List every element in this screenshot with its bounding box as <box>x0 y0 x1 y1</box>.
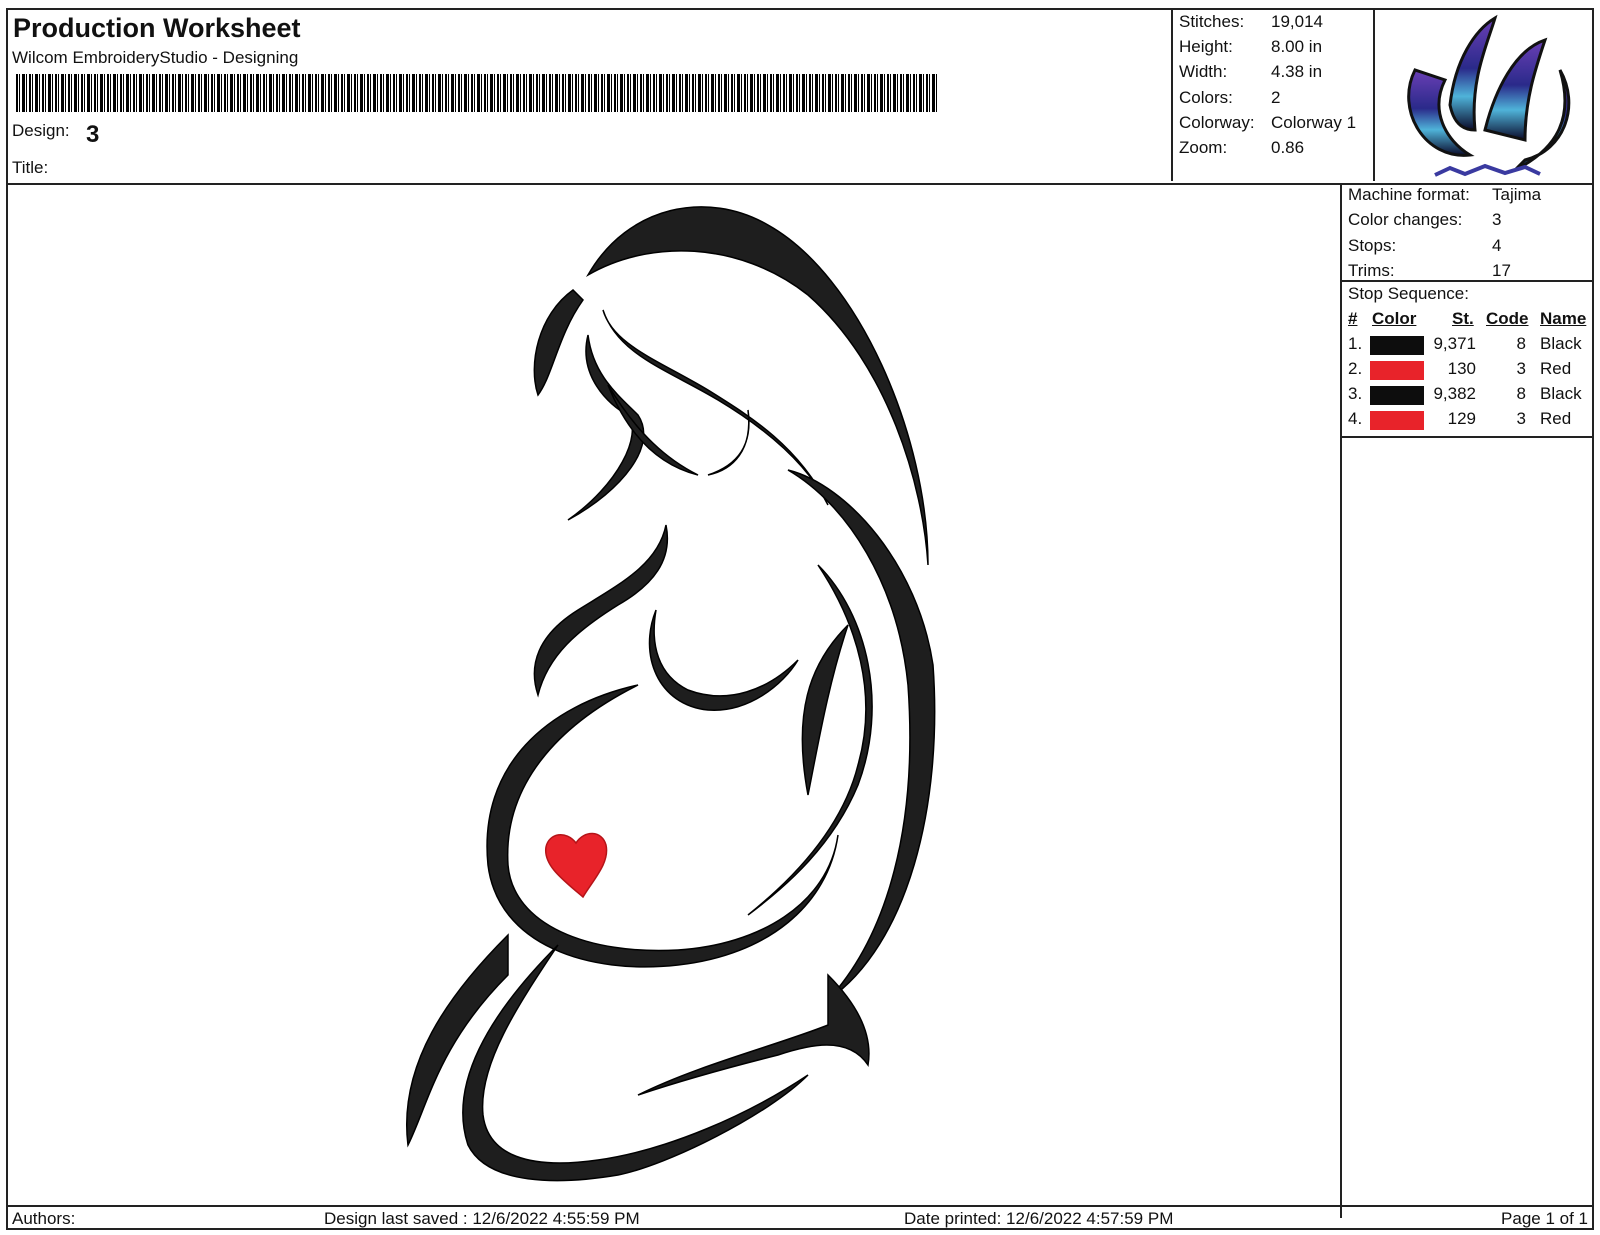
color-swatch <box>1370 411 1424 430</box>
col-header-code: Code <box>1486 309 1529 328</box>
pregnant-woman-artwork <box>406 206 936 1182</box>
stat-colors: Colors: 2 <box>1179 88 1281 107</box>
stat-height: Height: 8.00 in <box>1179 37 1323 56</box>
stat-colorway: Colorway: Colorway 1 <box>1179 113 1357 132</box>
stat-zoom: Zoom: 0.86 <box>1179 138 1305 157</box>
logo-icon <box>1407 14 1571 177</box>
stat-stitches: Stitches: 19,014 <box>1179 12 1323 31</box>
stat-width: Width: 4.38 in <box>1179 62 1323 81</box>
table-row: 3. 9,382 8 Black <box>1348 384 1582 405</box>
color-changes: Color changes: 3 <box>1348 210 1502 229</box>
design-label: Design: <box>12 121 70 140</box>
stop-sequence: Stop Sequence: # Color St. Code Name 1. … <box>1342 282 1594 438</box>
footer: Authors: Design last saved : 12/6/2022 4… <box>8 1205 1592 1230</box>
page-number: Page 1 of 1 <box>1501 1209 1588 1228</box>
authors-label: Authors: <box>12 1209 76 1228</box>
trims-count: Trims: 17 <box>1348 261 1511 280</box>
header: Production Worksheet Wilcom EmbroiderySt… <box>8 10 1592 185</box>
col-header-color: Color <box>1372 309 1417 328</box>
table-row: 1. 9,371 8 Black <box>1348 334 1582 355</box>
color-swatch <box>1370 386 1424 405</box>
design-number: 3 <box>86 121 100 148</box>
right-panel: Machine format: Tajima Color changes: 3 St… <box>1340 183 1594 1218</box>
stop-sequence-title: Stop Sequence: <box>1348 284 1469 303</box>
color-swatch <box>1370 361 1424 380</box>
design-stats: Stitches: 19,014 Height: 8.00 in Width: 4.3… <box>1171 10 1373 181</box>
heart-icon <box>545 832 608 899</box>
table-row: 4. 129 3 Red <box>1348 409 1572 430</box>
color-swatch <box>1370 336 1424 355</box>
date-printed: Date printed: 12/6/2022 4:57:59 PM <box>904 1209 1174 1228</box>
app-subtitle: Wilcom EmbroideryStudio - Designing <box>12 48 299 67</box>
last-saved: Design last saved : 12/6/2022 4:55:59 PM <box>324 1209 640 1228</box>
wilcom-logo <box>1373 10 1594 181</box>
barcode <box>16 74 938 112</box>
page-title: Production Worksheet <box>13 13 301 43</box>
title-label: Title: <box>12 158 49 177</box>
col-header-name: Name <box>1540 309 1587 328</box>
embroidery-design-preview <box>388 185 948 1205</box>
col-header-num: # <box>1348 309 1358 328</box>
machine-info: Machine format: Tajima Color changes: 3 St… <box>1342 183 1594 282</box>
table-row: 2. 130 3 Red <box>1348 359 1572 380</box>
machine-format: Machine format: Tajima <box>1348 185 1542 204</box>
worksheet-page: Production Worksheet Wilcom EmbroiderySt… <box>6 8 1594 1230</box>
stops-count: Stops: 4 <box>1348 236 1502 255</box>
col-header-st: St. <box>1452 309 1474 328</box>
